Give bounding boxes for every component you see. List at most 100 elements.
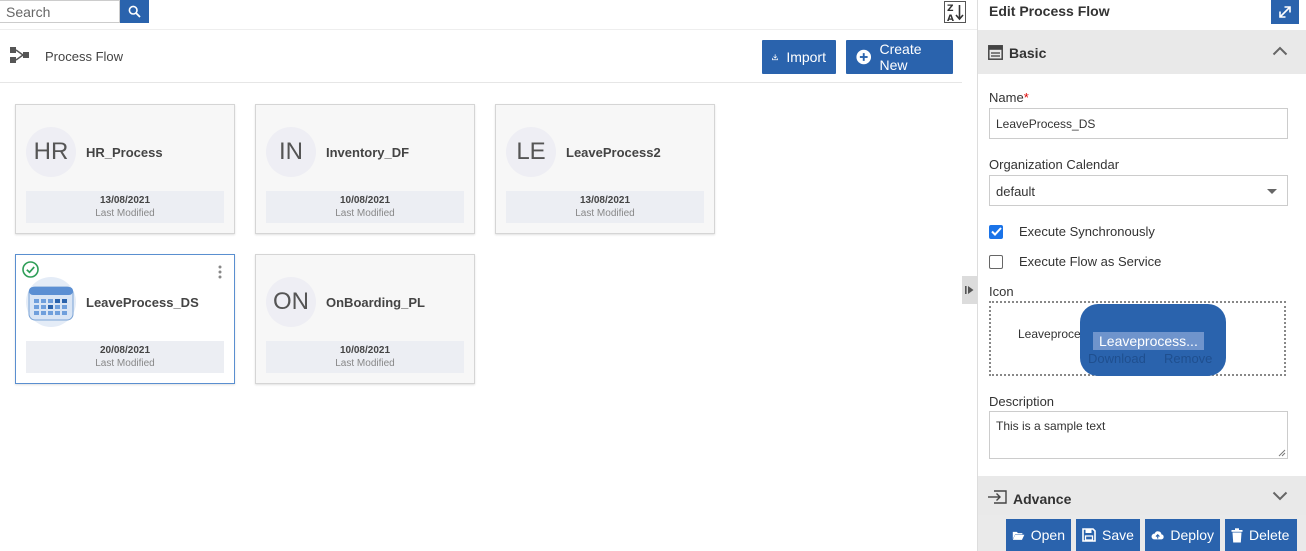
delete-label: Delete: [1249, 527, 1290, 543]
kebab-menu-icon[interactable]: [218, 265, 222, 279]
panel-header: Edit Process Flow: [978, 0, 1306, 30]
page-title-bar: Process Flow Import Create New: [0, 30, 962, 83]
exec-service-checkbox[interactable]: [989, 254, 1003, 269]
card-footer: 13/08/2021 Last Modified: [506, 191, 704, 223]
description-label: Description: [989, 394, 1055, 409]
search-icon: [128, 5, 141, 18]
open-button[interactable]: Open: [1006, 519, 1071, 551]
process-card[interactable]: LE LeaveProcess2 13/08/2021 Last Modifie…: [495, 104, 715, 234]
calendar-select[interactable]: default: [989, 175, 1288, 206]
card-avatar: HR: [26, 127, 76, 177]
card-footer: 10/08/2021 Last Modified: [266, 341, 464, 373]
sort-za-button[interactable]: Z A: [943, 0, 967, 24]
icon-label: Icon: [989, 284, 1014, 299]
description-field[interactable]: This is a sample text: [989, 411, 1288, 459]
card-date-label: Last Modified: [335, 358, 395, 369]
edit-panel: Edit Process Flow Basic Name* LeaveProce…: [977, 0, 1306, 551]
icon-file-name[interactable]: Leaveprocess...: [1093, 332, 1204, 350]
card-date-label: Last Modified: [575, 208, 635, 219]
trash-icon: [1231, 527, 1243, 542]
chevron-up-icon: [1272, 46, 1288, 56]
search-button[interactable]: [120, 0, 149, 23]
import-label: Import: [786, 49, 826, 65]
exec-sync-row: Execute Synchronously: [989, 224, 1155, 239]
collapse-arrow-icon: [965, 286, 974, 294]
form-icon: [988, 45, 1003, 60]
deploy-label: Deploy: [1170, 527, 1214, 543]
save-label: Save: [1102, 527, 1134, 543]
process-card[interactable]: HR HR_Process 13/08/2021 Last Modified: [15, 104, 235, 234]
advance-icon: [988, 490, 1007, 504]
plus-circle-icon: [856, 49, 872, 65]
card-avatar: IN: [266, 127, 316, 177]
card-avatar: ON: [266, 277, 316, 327]
process-card[interactable]: ON OnBoarding_PL 10/08/2021 Last Modifie…: [255, 254, 475, 384]
icon-download-link[interactable]: Download: [1088, 351, 1146, 366]
expand-button[interactable]: [1271, 0, 1299, 24]
save-icon: [1082, 528, 1096, 542]
card-date-label: Last Modified: [335, 208, 395, 219]
card-name: Inventory_DF: [326, 145, 410, 160]
expand-icon: [1279, 6, 1291, 18]
calendar-icon: [28, 286, 74, 321]
icon-remove-link[interactable]: Remove: [1164, 351, 1212, 366]
panel-collapse-handle[interactable]: [962, 276, 977, 304]
card-date: 20/08/2021: [99, 345, 151, 356]
card-date: 13/08/2021: [579, 195, 631, 206]
resize-grip-icon[interactable]: [1278, 449, 1286, 457]
exec-sync-label: Execute Synchronously: [1019, 224, 1155, 239]
save-button[interactable]: Save: [1076, 519, 1140, 551]
create-new-label: Create New: [879, 41, 922, 73]
card-name: LeaveProcess2: [566, 145, 661, 160]
panel-footer: Open Save Deploy Delete: [978, 515, 1306, 551]
panel-title: Edit Process Flow: [989, 3, 1110, 19]
process-card-selected[interactable]: LeaveProcess_DS 20/08/2021 Last Modified: [15, 254, 235, 384]
process-card[interactable]: IN Inventory_DF 10/08/2021 Last Modified: [255, 104, 475, 234]
page-title: Process Flow: [45, 49, 124, 64]
card-date: 10/08/2021: [339, 195, 391, 206]
card-date-label: Last Modified: [95, 358, 155, 369]
exec-service-label: Execute Flow as Service: [1019, 254, 1162, 269]
import-button[interactable]: Import: [762, 40, 836, 74]
process-flow-icon: [10, 47, 29, 63]
check-circle-icon: [22, 261, 39, 278]
card-name: OnBoarding_PL: [326, 295, 425, 310]
chevron-down-icon: [1272, 491, 1288, 501]
card-name: HR_Process: [86, 145, 163, 160]
basic-section-header[interactable]: Basic: [978, 30, 1306, 74]
card-avatar: [26, 277, 76, 327]
svg-text:A: A: [947, 14, 954, 23]
cloud-upload-icon: [1151, 531, 1164, 540]
exec-service-row: Execute Flow as Service: [989, 254, 1161, 269]
folder-open-icon: [1012, 531, 1025, 540]
calendar-selected-value: default: [996, 184, 1036, 199]
svg-text:Z: Z: [947, 4, 954, 14]
name-field[interactable]: [989, 108, 1288, 139]
exec-sync-checkbox[interactable]: [989, 224, 1003, 239]
card-footer: 13/08/2021 Last Modified: [26, 191, 224, 223]
basic-section-label: Basic: [1009, 45, 1047, 61]
search-input[interactable]: [0, 0, 120, 23]
card-date: 10/08/2021: [339, 345, 391, 356]
chevron-down-icon: [1267, 189, 1277, 194]
open-label: Open: [1030, 527, 1065, 543]
delete-button[interactable]: Delete: [1225, 519, 1297, 551]
card-footer: 10/08/2021 Last Modified: [266, 191, 464, 223]
advance-section-label: Advance: [1013, 491, 1072, 507]
create-new-button[interactable]: Create New: [846, 40, 953, 74]
icon-file-overlay: Leaveprocess... Download Remove: [1080, 304, 1226, 376]
deploy-button[interactable]: Deploy: [1145, 519, 1220, 551]
advance-section-header[interactable]: Advance: [978, 476, 1306, 515]
top-toolbar: Z A: [0, 0, 977, 30]
icon-file-label: Leaveproce: [1018, 327, 1081, 341]
name-label: Name*: [989, 90, 1029, 105]
app-root: Z A Process Flow: [0, 0, 1306, 551]
main-area: Z A Process Flow: [0, 0, 977, 551]
icon-dropzone[interactable]: Leaveproce Leaveprocess... Download Remo…: [989, 301, 1286, 376]
card-date: 13/08/2021: [99, 195, 151, 206]
card-footer: 20/08/2021 Last Modified: [26, 341, 224, 373]
card-date-label: Last Modified: [95, 208, 155, 219]
card-avatar: LE: [506, 127, 556, 177]
download-icon: [772, 54, 779, 61]
name-label-text: Name: [989, 90, 1024, 105]
